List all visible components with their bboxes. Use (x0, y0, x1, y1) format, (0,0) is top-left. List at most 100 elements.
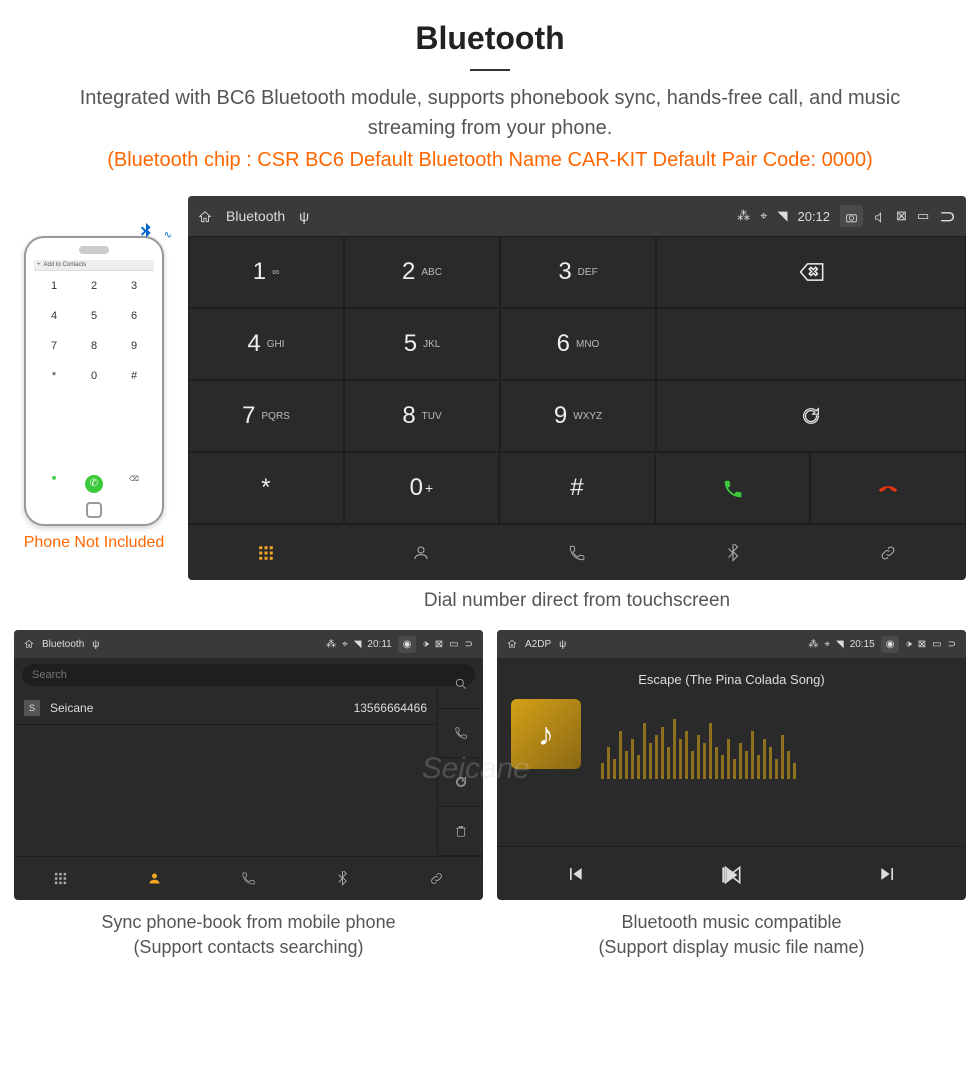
phone-key-4: 4 (34, 301, 74, 331)
music-caption-2: (Support display music file name) (497, 935, 966, 960)
side-search-icon[interactable] (437, 660, 483, 709)
music-screen: A2DP ψ ⁂ ⌖ ◥ 20:15 ◉ 🕩 ⊠ ▭ ⊃ Escape (The… (497, 630, 966, 900)
tab-contacts[interactable] (108, 857, 202, 900)
phone-key-9: 9 (114, 331, 154, 361)
key-call[interactable] (655, 452, 811, 524)
key-refresh[interactable] (656, 380, 966, 452)
page-title: Bluetooth (20, 20, 960, 57)
clock-text: 20:12 (797, 209, 830, 224)
phone-key-8: 8 (74, 331, 114, 361)
camera-icon[interactable]: ◉ (398, 636, 417, 653)
title-divider (470, 69, 510, 71)
description-text: Integrated with BC6 Bluetooth module, su… (40, 83, 940, 143)
key-2[interactable]: 2ABC (344, 236, 500, 308)
key-1[interactable]: 1∞ (188, 236, 344, 308)
clock-text: 20:15 (850, 639, 875, 650)
volume-icon[interactable] (873, 208, 886, 223)
key-blank-1 (656, 308, 966, 380)
key-9[interactable]: 9WXYZ (500, 380, 656, 452)
back-icon[interactable]: ⊃ (948, 639, 956, 650)
bluetooth-icon: ⁂ (737, 208, 750, 224)
search-input[interactable] (22, 664, 475, 686)
bluetooth-icon: ⁂ (808, 639, 818, 650)
key-8[interactable]: 8TUV (344, 380, 500, 452)
phone-key-6: 6 (114, 301, 154, 331)
recent-apps-icon[interactable]: ▭ (932, 639, 941, 650)
phonebook-screen: Bluetooth ψ ⁂ ⌖ ◥ 20:11 ◉ 🕩 ⊠ ▭ ⊃ S (14, 630, 483, 900)
home-icon[interactable] (24, 639, 34, 650)
wifi-icon: ◥ (777, 208, 787, 224)
contact-row[interactable]: S Seicane 13566664466 (14, 692, 437, 725)
usb-icon: ψ (299, 208, 309, 224)
contact-number: 13566664466 (354, 701, 427, 715)
phone-note: Phone Not Included (14, 534, 174, 552)
contact-name: Seicane (50, 701, 93, 715)
phone-mockup: ∿ +Add to Contacts 1 2 3 4 5 6 7 8 9 * 0… (24, 236, 164, 526)
key-backspace[interactable] (656, 236, 966, 308)
key-4[interactable]: 4GHI (188, 308, 344, 380)
wifi-icon: ◥ (836, 639, 844, 650)
camera-icon[interactable]: ◉ (881, 636, 900, 653)
next-track-button[interactable] (810, 862, 966, 885)
phone-key-2: 2 (74, 271, 114, 301)
home-icon[interactable] (507, 639, 517, 650)
close-box-icon[interactable]: ⊠ (918, 639, 926, 650)
usb-icon: ψ (92, 639, 99, 650)
location-icon: ⌖ (342, 639, 348, 650)
phone-video-icon: ■ (34, 475, 74, 493)
key-star[interactable]: * (188, 452, 344, 524)
tab-keypad[interactable] (14, 857, 108, 900)
status-title: Bluetooth (226, 208, 285, 224)
recent-apps-icon[interactable]: ▭ (449, 639, 458, 650)
phone-backspace-icon: ⌫ (114, 475, 154, 493)
key-6[interactable]: 6MNO (500, 308, 656, 380)
wifi-icon: ◥ (354, 639, 362, 650)
recent-apps-icon[interactable]: ▭ (917, 208, 929, 224)
phone-call-icon: ✆ (74, 475, 114, 493)
status-title: Bluetooth (42, 639, 84, 650)
close-box-icon[interactable]: ⊠ (435, 639, 443, 650)
location-icon: ⌖ (824, 639, 830, 650)
phone-key-star: * (34, 361, 74, 391)
phone-key-hash: # (114, 361, 154, 391)
tab-link[interactable] (389, 857, 483, 900)
side-call-icon[interactable] (437, 709, 483, 758)
side-refresh-icon[interactable] (437, 758, 483, 807)
tab-bluetooth[interactable] (295, 857, 389, 900)
key-hangup[interactable] (810, 452, 966, 524)
status-title: A2DP (525, 639, 551, 650)
home-icon[interactable] (198, 208, 212, 224)
phone-key-0: 0 (74, 361, 114, 391)
phone-key-5: 5 (74, 301, 114, 331)
tab-link[interactable] (810, 525, 966, 580)
music-caption-1: Bluetooth music compatible (497, 910, 966, 935)
status-bar: Bluetooth ψ ⁂ ⌖ ◥ 20:12 ⊠ ▭ ⊃ (188, 196, 966, 236)
tab-call-log[interactable] (202, 857, 296, 900)
tab-contacts[interactable] (344, 525, 500, 580)
camera-icon[interactable] (840, 205, 863, 226)
dialer-caption: Dial number direct from touchscreen (188, 590, 966, 612)
play-pause-button[interactable] (653, 858, 809, 889)
side-delete-icon[interactable] (437, 807, 483, 856)
key-0[interactable]: 0+ (344, 452, 500, 524)
tab-keypad[interactable] (188, 525, 344, 580)
phone-key-3: 3 (114, 271, 154, 301)
phone-key-7: 7 (34, 331, 74, 361)
back-icon[interactable]: ⊃ (465, 639, 473, 650)
key-7[interactable]: 7PQRS (188, 380, 344, 452)
key-3[interactable]: 3DEF (500, 236, 656, 308)
back-icon[interactable]: ⊃ (939, 204, 956, 229)
volume-icon[interactable]: 🕩 (905, 639, 911, 650)
song-title: Escape (The Pina Colada Song) (511, 672, 952, 687)
close-box-icon[interactable]: ⊠ (896, 208, 907, 224)
specs-text: (Bluetooth chip : CSR BC6 Default Blueto… (20, 149, 960, 172)
tab-bluetooth[interactable] (655, 525, 811, 580)
prev-track-button[interactable] (497, 862, 653, 885)
key-5[interactable]: 5JKL (344, 308, 500, 380)
location-icon: ⌖ (760, 208, 767, 224)
key-hash[interactable]: # (499, 452, 655, 524)
usb-icon: ψ (559, 639, 566, 650)
volume-icon[interactable]: 🕩 (422, 639, 428, 650)
music-visualizer (601, 699, 952, 779)
tab-call-log[interactable] (499, 525, 655, 580)
